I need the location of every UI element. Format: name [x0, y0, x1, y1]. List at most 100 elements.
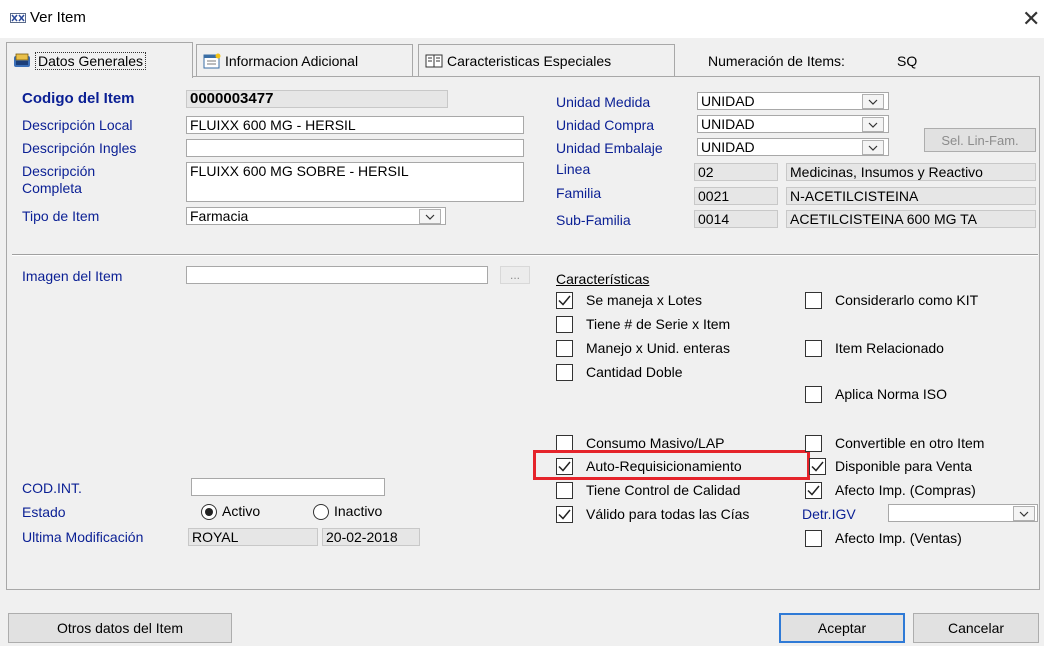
familia-label: Familia — [556, 185, 602, 201]
section-divider — [12, 254, 1038, 256]
subfamilia-code: 0014 — [694, 210, 778, 228]
numeracion-value: SQ — [897, 53, 918, 69]
linea-description: Medicinas, Insumos y Reactivo — [786, 163, 1036, 181]
unidad-compra-label: Unidad Compra — [556, 117, 655, 133]
unidad-medida-value: UNIDAD — [701, 93, 755, 109]
highlight-box — [533, 450, 810, 480]
datos-generales-icon — [13, 53, 31, 69]
info-adicional-icon — [203, 53, 221, 69]
unid-enteras-checkbox[interactable] — [556, 340, 573, 357]
estado-activo-radio[interactable] — [201, 504, 217, 520]
tab-label: Informacion Adicional — [225, 52, 359, 69]
familia-code: 0021 — [694, 187, 778, 205]
unidad-compra-value: UNIDAD — [701, 116, 755, 132]
codigo-label: Codigo del Item — [22, 90, 135, 107]
unidad-medida-select[interactable]: UNIDAD — [697, 92, 889, 110]
serie-checkbox[interactable] — [556, 316, 573, 333]
estado-activo-label: Activo — [222, 503, 261, 519]
norma-iso-label: Aplica Norma ISO — [835, 386, 948, 402]
desc-ingles-label: Descripción Ingles — [22, 140, 137, 156]
tab-label: Datos Generales — [35, 51, 147, 70]
checkmark-icon — [807, 485, 820, 496]
unidad-compra-dropdown-button[interactable] — [862, 117, 884, 132]
radio-selected-dot — [205, 508, 213, 516]
tipo-item-dropdown-button[interactable] — [419, 209, 441, 224]
desc-completa-label: Descripción — [22, 163, 96, 179]
imagen-browse-button[interactable]: ... — [500, 266, 530, 284]
cancelar-button[interactable]: Cancelar — [913, 613, 1039, 643]
modificacion-date: 20-02-2018 — [322, 528, 420, 546]
close-icon[interactable]: ✕ — [1022, 6, 1040, 32]
caracteristicas-icon — [425, 53, 443, 69]
relacionado-label: Item Relacionado — [835, 340, 944, 356]
unid-enteras-label: Manejo x Unid. enteras — [586, 340, 730, 356]
detr-igv-label: Detr.IGV — [802, 506, 856, 522]
tab-datos-generales[interactable]: Datos Generales — [6, 42, 193, 78]
codint-field[interactable] — [191, 478, 385, 496]
tab-caracteristicas-especiales[interactable]: Caracteristicas Especiales — [418, 44, 675, 76]
imagen-label: Imagen del Item — [22, 268, 123, 284]
linea-code: 02 — [694, 163, 778, 181]
unidad-medida-label: Unidad Medida — [556, 94, 651, 110]
codigo-field: 0000003477 — [186, 90, 448, 108]
serie-label: Tiene # de Serie x Item — [586, 316, 731, 332]
tipo-item-label: Tipo de Item — [22, 208, 100, 224]
lotes-label: Se maneja x Lotes — [586, 292, 702, 308]
unidad-embalaje-value: UNIDAD — [701, 139, 755, 155]
relacionado-checkbox[interactable] — [805, 340, 822, 357]
numeracion-label: Numeración de Items: — [708, 53, 845, 69]
linea-label: Linea — [556, 161, 591, 177]
tipo-item-value: Farmacia — [190, 208, 249, 224]
chevron-down-icon — [868, 122, 878, 128]
valido-cias-checkbox[interactable] — [556, 506, 573, 523]
unidad-embalaje-dropdown-button[interactable] — [862, 140, 884, 155]
tipo-item-select[interactable]: Farmacia — [186, 207, 446, 225]
desc-completa-label-2: Completa — [22, 180, 82, 196]
unidad-compra-select[interactable]: UNIDAD — [697, 115, 889, 133]
codint-label: COD.INT. — [22, 480, 82, 496]
caracteristicas-title: Características — [556, 271, 650, 287]
convertible-checkbox[interactable] — [805, 435, 822, 452]
afecto-ventas-checkbox[interactable] — [805, 530, 822, 547]
afecto-ventas-label: Afecto Imp. (Ventas) — [835, 530, 962, 546]
consumo-masivo-label: Consumo Masivo/LAP — [586, 435, 725, 451]
checkmark-icon — [811, 461, 824, 472]
desc-ingles-field[interactable] — [186, 139, 524, 157]
chevron-down-icon — [425, 214, 435, 220]
tab-informacion-adicional[interactable]: Informacion Adicional — [196, 44, 413, 76]
afecto-compras-checkbox[interactable] — [805, 482, 822, 499]
aceptar-button[interactable]: Aceptar — [779, 613, 905, 643]
chevron-down-icon — [1019, 511, 1029, 517]
kit-checkbox[interactable] — [805, 292, 822, 309]
desc-completa-field[interactable]: FLUIXX 600 MG SOBRE - HERSIL — [186, 162, 524, 202]
imagen-field[interactable] — [186, 266, 488, 284]
estado-inactivo-label: Inactivo — [334, 503, 383, 519]
cantidad-doble-checkbox[interactable] — [556, 364, 573, 381]
unidad-medida-dropdown-button[interactable] — [862, 94, 884, 109]
estado-label: Estado — [22, 504, 66, 520]
afecto-compras-label: Afecto Imp. (Compras) — [835, 482, 976, 498]
familia-description: N-ACETILCISTEINA — [786, 187, 1036, 205]
title-bar — [0, 0, 1044, 38]
estado-inactivo-radio[interactable] — [313, 504, 329, 520]
disponible-venta-checkbox[interactable] — [809, 458, 826, 475]
control-calidad-label: Tiene Control de Calidad — [586, 482, 741, 498]
checkmark-icon — [558, 295, 571, 306]
sel-lin-fam-button[interactable]: Sel. Lin-Fam. — [924, 128, 1036, 152]
unidad-embalaje-select[interactable]: UNIDAD — [697, 138, 889, 156]
control-calidad-checkbox[interactable] — [556, 482, 573, 499]
chevron-down-icon — [868, 145, 878, 151]
kit-label: Considerarlo como KIT — [835, 292, 979, 308]
norma-iso-checkbox[interactable] — [805, 386, 822, 403]
subfamilia-label: Sub-Familia — [556, 212, 631, 228]
ultima-modificacion-label: Ultima Modificación — [22, 529, 144, 545]
desc-local-field[interactable]: FLUIXX 600 MG - HERSIL — [186, 116, 524, 134]
window-title: Ver Item — [30, 9, 86, 26]
cantidad-doble-label: Cantidad Doble — [586, 364, 683, 380]
lotes-checkbox[interactable] — [556, 292, 573, 309]
unidad-embalaje-label: Unidad Embalaje — [556, 140, 663, 156]
valido-cias-label: Válido para todas las Cías — [586, 506, 750, 522]
detr-igv-dropdown-button[interactable] — [1013, 506, 1035, 521]
window-app-icon — [10, 11, 26, 25]
otros-datos-button[interactable]: Otros datos del Item — [8, 613, 232, 643]
